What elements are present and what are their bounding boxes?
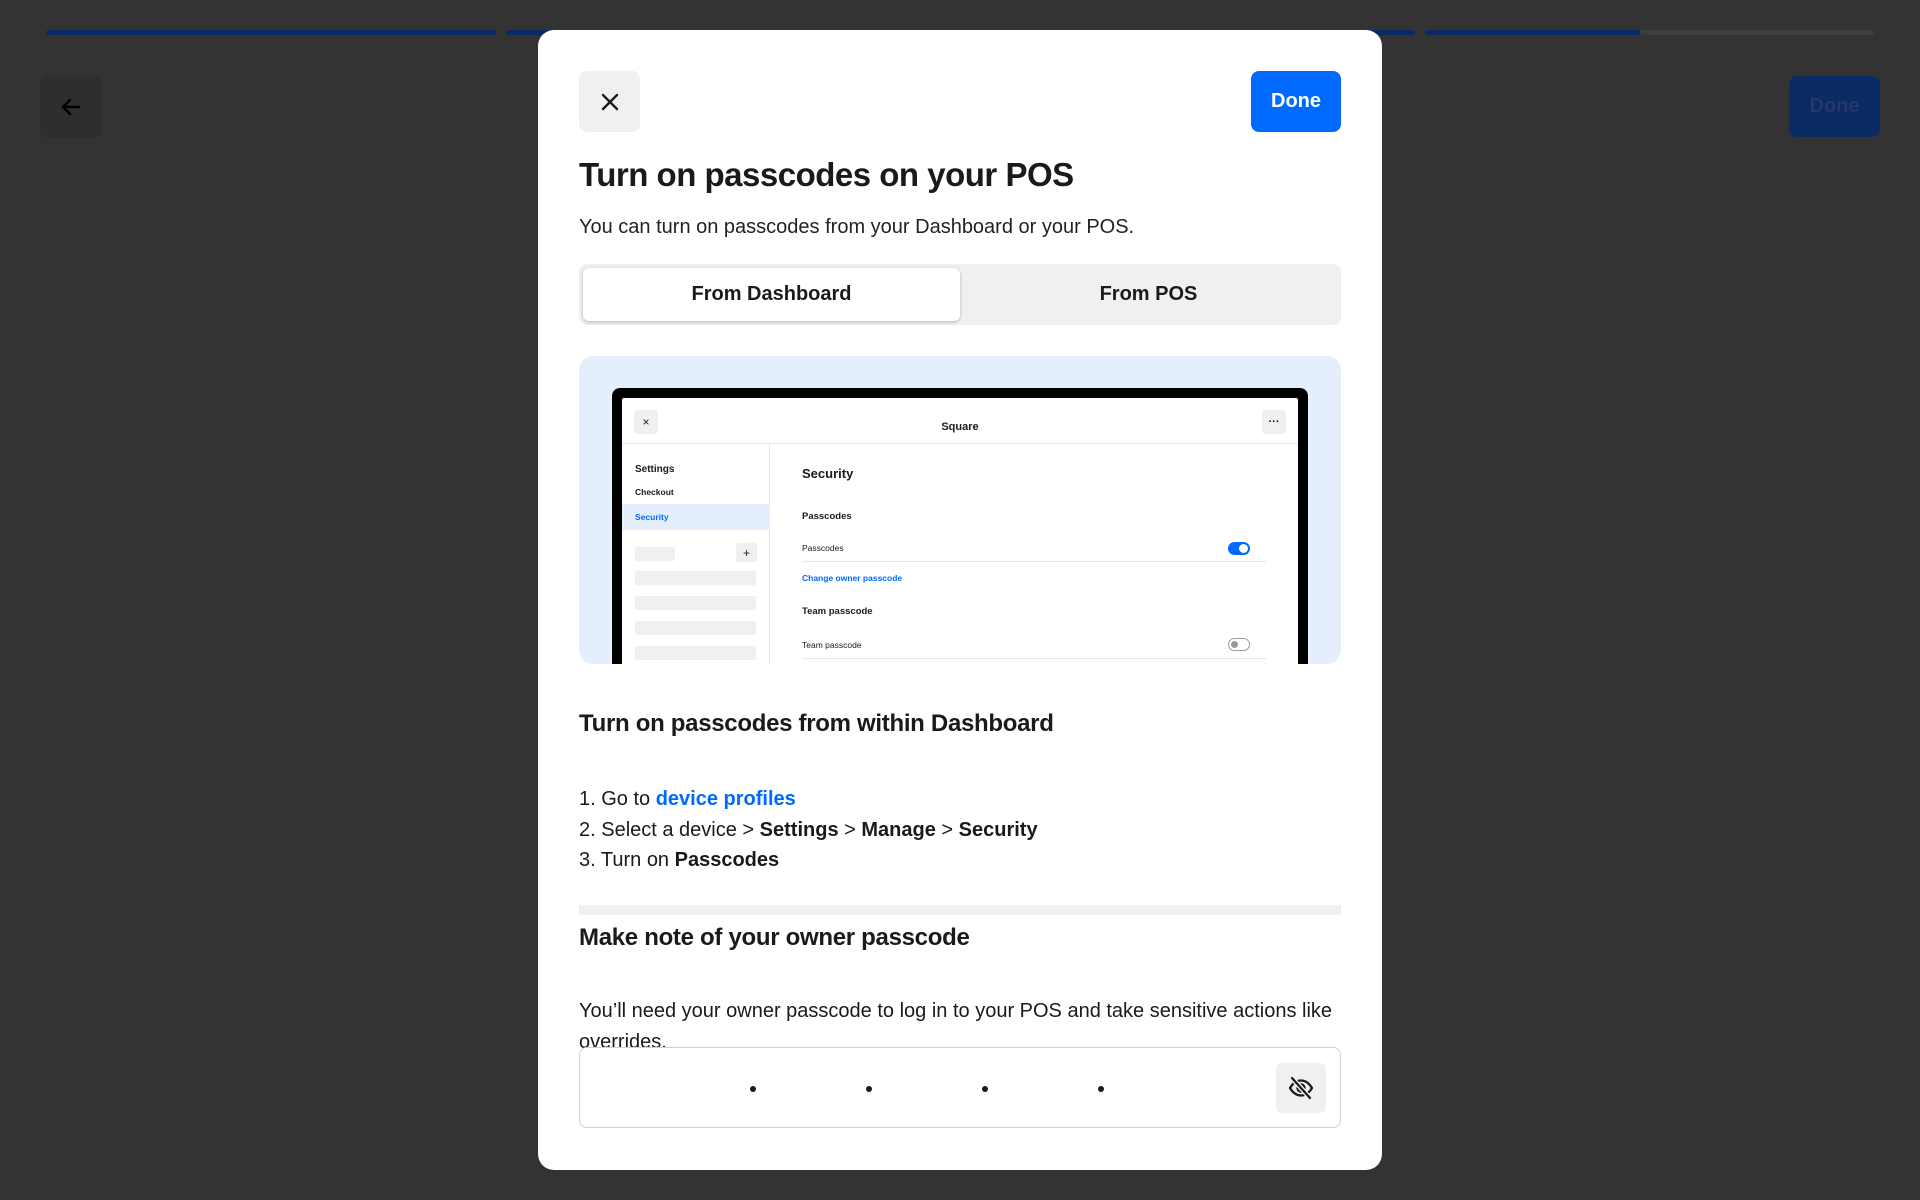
step-text: > <box>838 818 862 841</box>
step-text: > <box>935 818 959 841</box>
illus-placeholder <box>635 621 756 635</box>
eye-off-icon <box>1288 1075 1314 1101</box>
illus-section-passcodes: Passcodes <box>802 511 852 522</box>
step-bold: Settings <box>759 818 839 841</box>
steps-heading: Turn on passcodes from within Dashboard <box>579 710 1054 737</box>
toggle-visibility-button[interactable] <box>1276 1063 1326 1113</box>
illus-sidebar-heading: Settings <box>635 464 675 475</box>
done-button[interactable]: Done <box>1251 71 1341 132</box>
illus-placeholder <box>635 547 675 561</box>
illus-plus-icon: + <box>736 543 757 562</box>
tab-from-pos[interactable]: From POS <box>960 268 1337 321</box>
illus-sidebar-item-checkout: Checkout <box>635 487 674 497</box>
illus-row-team: Team passcode <box>802 640 862 650</box>
step-text: 3. Turn on <box>579 849 675 871</box>
step-text: 1. Go to <box>579 788 656 810</box>
close-button[interactable] <box>579 71 640 132</box>
illus-sidebar-item-security: Security <box>622 504 770 530</box>
illus-section-team: Team passcode <box>802 606 873 617</box>
step-1: 1. Go to device profiles <box>579 784 1038 815</box>
owner-passcode-field[interactable] <box>579 1047 1341 1128</box>
page-done-button[interactable]: Done <box>1789 76 1880 137</box>
steps-list: 1. Go to device profiles 2. Select a dev… <box>579 784 1038 876</box>
illus-placeholder <box>635 646 756 660</box>
arrow-left-icon <box>61 98 81 116</box>
progress-segment-current <box>1424 30 1874 35</box>
illus-rule <box>802 561 1266 562</box>
illus-main-heading: Security <box>802 466 854 481</box>
illus-row-passcodes: Passcodes <box>802 543 844 553</box>
progress-segment <box>46 30 496 35</box>
step-bold: Security <box>958 818 1038 841</box>
step-bold: Passcodes <box>674 849 780 871</box>
section-divider <box>579 905 1341 915</box>
passcode-dot <box>982 1086 988 1092</box>
passcode-dot <box>866 1086 872 1092</box>
illus-rule <box>802 658 1266 659</box>
illus-toggle-on <box>1228 542 1250 555</box>
step-text: 2. Select a device > <box>579 818 760 841</box>
note-heading: Make note of your owner passcode <box>579 924 970 951</box>
illus-app-title: Square <box>941 421 979 433</box>
modal-intro: You can turn on passcodes from your Dash… <box>579 216 1135 238</box>
step-2: 2. Select a device > Settings > Manage >… <box>579 815 1038 846</box>
dashboard-illustration: × Square ··· Settings Checkout Security … <box>579 356 1341 664</box>
source-segmented-control: From Dashboard From POS <box>579 264 1341 325</box>
illus-placeholder <box>635 596 756 610</box>
back-button[interactable] <box>40 76 102 138</box>
passcode-modal: Done Turn on passcodes on your POS You c… <box>538 30 1382 1170</box>
step-3: 3. Turn on Passcodes <box>579 845 1038 876</box>
device-screen: × Square ··· Settings Checkout Security … <box>622 398 1298 664</box>
tab-from-dashboard[interactable]: From Dashboard <box>583 268 960 321</box>
illus-change-owner-link: Change owner passcode <box>802 573 903 583</box>
close-icon <box>601 93 618 110</box>
illus-main: Security Passcodes Passcodes Change owne… <box>802 444 1266 664</box>
illus-toggle-off <box>1228 638 1250 651</box>
illus-more-icon: ··· <box>1262 410 1286 434</box>
illus-sidebar: Settings Checkout Security + <box>622 444 770 664</box>
device-profiles-link[interactable]: device profiles <box>656 788 796 810</box>
modal-title: Turn on passcodes on your POS <box>579 156 1074 193</box>
device-frame: × Square ··· Settings Checkout Security … <box>612 388 1308 664</box>
passcode-dot <box>750 1086 756 1092</box>
step-bold: Manage <box>861 818 936 841</box>
passcode-dot <box>1098 1086 1104 1092</box>
illus-sidebar-item-label: Security <box>635 512 669 522</box>
illus-placeholder <box>635 571 756 585</box>
